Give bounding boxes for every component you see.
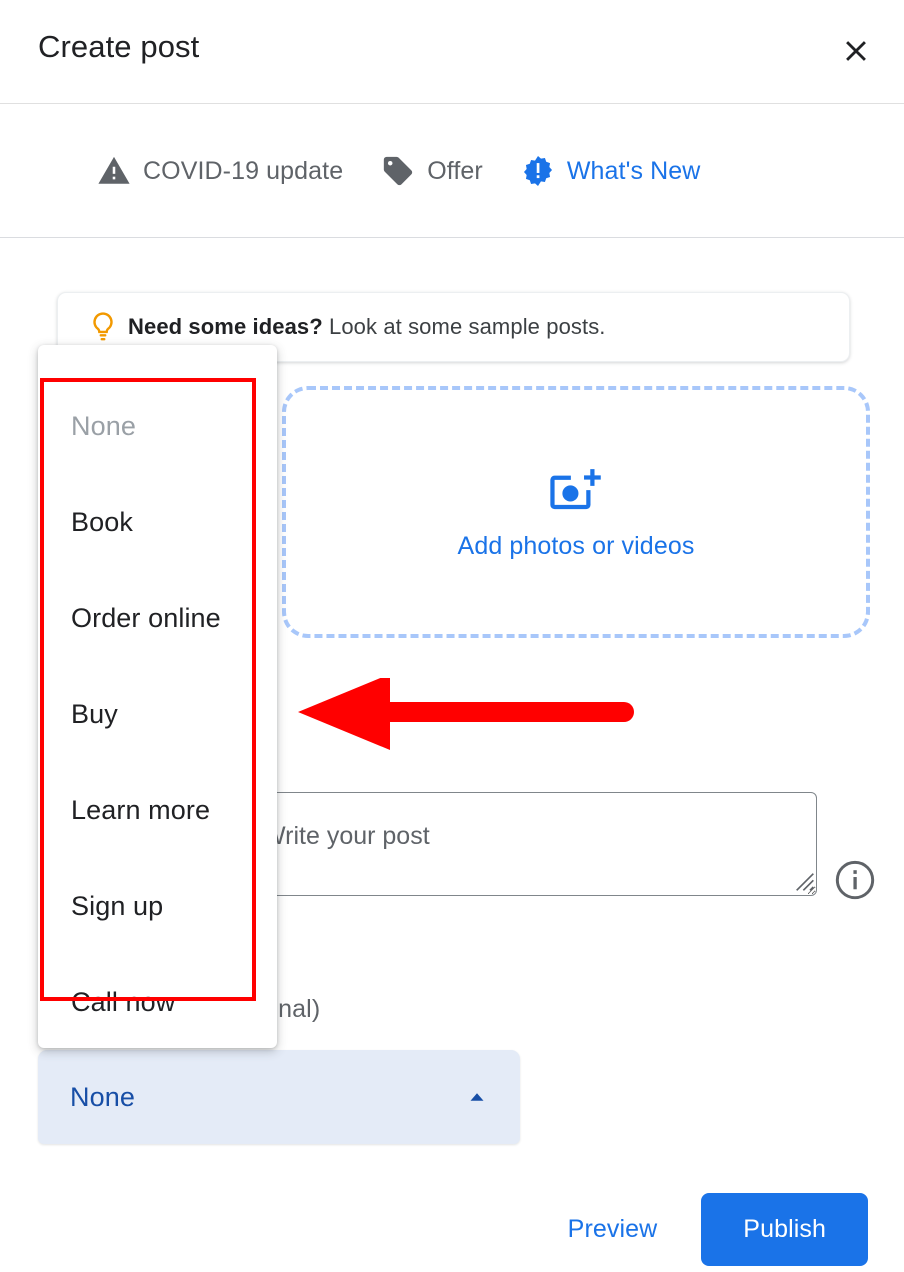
dropdown-option-sign-up[interactable]: Sign up	[38, 858, 277, 954]
badge-exclamation-icon	[521, 154, 555, 188]
dropdown-option-learn-more[interactable]: Learn more	[38, 762, 277, 858]
warning-triangle-icon	[97, 154, 131, 188]
tab-label: What's New	[566, 156, 701, 185]
close-button[interactable]	[830, 26, 882, 78]
dropdown-option-call-now[interactable]: Call now	[38, 954, 277, 1048]
create-post-dialog: Create post COVID-19 update Offer What's…	[0, 0, 904, 1272]
lightbulb-icon	[86, 310, 120, 344]
annotation-arrow-icon	[294, 674, 634, 758]
tab-label: COVID-19 update	[143, 156, 344, 185]
ideas-banner-rest: Look at some sample posts.	[322, 314, 606, 339]
dialog-footer: Preview Publish	[0, 1186, 904, 1272]
post-type-tab-bar: COVID-19 update Offer What's New	[0, 104, 904, 238]
call-to-action-select[interactable]: None	[38, 1050, 520, 1144]
tab-covid-19-update[interactable]: COVID-19 update	[78, 104, 362, 237]
close-icon	[839, 34, 873, 71]
dropdown-option-list: None Book Order online Buy Learn more Si…	[38, 378, 277, 1048]
tab-label: Offer	[427, 156, 483, 185]
info-circle-icon	[834, 859, 876, 904]
post-text-info-button[interactable]	[834, 860, 876, 902]
tab-offer[interactable]: Offer	[362, 104, 502, 237]
preview-button[interactable]: Preview	[550, 1199, 676, 1260]
add-photos-dropzone[interactable]: Add photos or videos	[282, 386, 870, 638]
tab-whats-new[interactable]: What's New	[502, 104, 720, 237]
ideas-banner-bold: Need some ideas?	[128, 314, 323, 339]
tab-strip: COVID-19 update Offer What's New	[78, 104, 720, 237]
publish-button[interactable]: Publish	[701, 1192, 868, 1266]
dropdown-option-book[interactable]: Book	[38, 474, 277, 570]
call-to-action-dropdown-panel: None Book Order online Buy Learn more Si…	[38, 345, 277, 1048]
add-photos-label: Add photos or videos	[457, 531, 695, 560]
caret-up-icon	[464, 1084, 490, 1110]
page-title: Create post	[38, 29, 200, 64]
ideas-banner-text: Need some ideas? Look at some sample pos…	[128, 314, 606, 340]
dropdown-option-order-online[interactable]: Order online	[38, 570, 277, 666]
tag-icon	[381, 154, 415, 188]
add-a-photo-icon	[547, 464, 605, 518]
post-text-input[interactable]	[245, 792, 817, 896]
dialog-header: Create post	[0, 0, 904, 104]
call-to-action-selected-value: None	[70, 1081, 135, 1112]
dropdown-option-none[interactable]: None	[38, 378, 277, 474]
dropdown-option-buy[interactable]: Buy	[38, 666, 277, 762]
